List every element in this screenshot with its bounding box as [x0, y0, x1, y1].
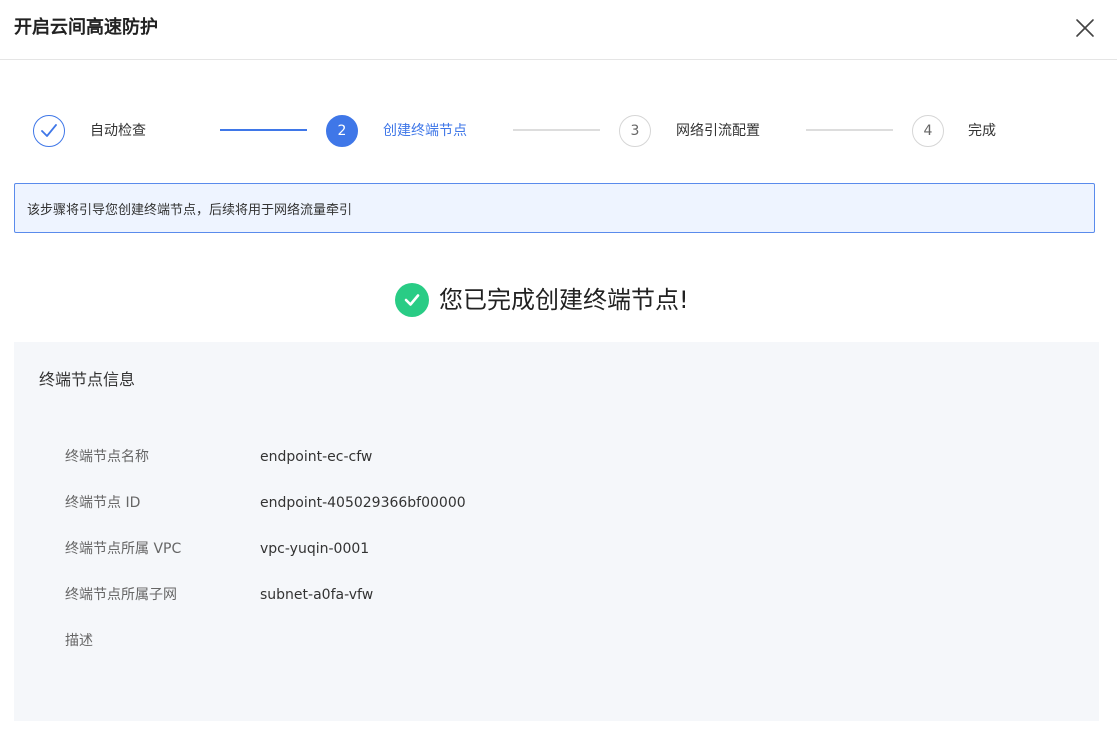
field-label: 终端节点所属 VPC — [65, 541, 182, 557]
step-3-connector — [806, 129, 893, 131]
step-3-label: 网络引流配置 — [676, 123, 760, 139]
field-label: 终端节点 ID — [65, 495, 141, 511]
success-check-icon — [395, 283, 429, 317]
check-icon — [41, 124, 57, 137]
step-4-label: 完成 — [968, 123, 996, 139]
endpoint-info-card: 终端节点信息 终端节点名称 endpoint-ec-cfw 终端节点 ID en… — [14, 342, 1099, 721]
step-2-label: 创建终端节点 — [383, 123, 467, 139]
endpoint-info-title: 终端节点信息 — [39, 370, 136, 389]
step-3-circle: 3 — [619, 115, 651, 147]
field-value: vpc-yuqin-0001 — [260, 541, 370, 557]
step-indicator: 自动检查 2 创建终端节点 3 网络引流配置 4 完成 — [0, 0, 1117, 170]
field-label: 终端节点名称 — [65, 449, 149, 465]
step-1-circle — [33, 115, 65, 147]
field-value: endpoint-ec-cfw — [260, 449, 373, 465]
success-message: 您已完成创建终端节点! — [395, 280, 689, 320]
field-label: 终端节点所属子网 — [65, 587, 177, 603]
step-1-connector — [220, 129, 307, 131]
step-2-circle: 2 — [326, 115, 358, 147]
field-label: 描述 — [65, 633, 93, 649]
endpoint-dialog: 开启云间高速防护 自动检查 2 创建终端节点 3 网络引流配置 4 完成 该步骤… — [0, 0, 1117, 730]
success-check-glyph — [404, 294, 420, 306]
step-2-connector — [513, 129, 600, 131]
info-banner: 该步骤将引导您创建终端节点，后续将用于网络流量牵引 — [14, 183, 1095, 233]
field-value: endpoint-405029366bf00000 — [260, 495, 466, 511]
success-text: 您已完成创建终端节点! — [439, 286, 689, 314]
field-value: subnet-a0fa-vfw — [260, 587, 374, 603]
info-banner-text: 该步骤将引导您创建终端节点，后续将用于网络流量牵引 — [27, 202, 353, 218]
step-1-label: 自动检查 — [90, 123, 146, 139]
step-4-circle: 4 — [912, 115, 944, 147]
